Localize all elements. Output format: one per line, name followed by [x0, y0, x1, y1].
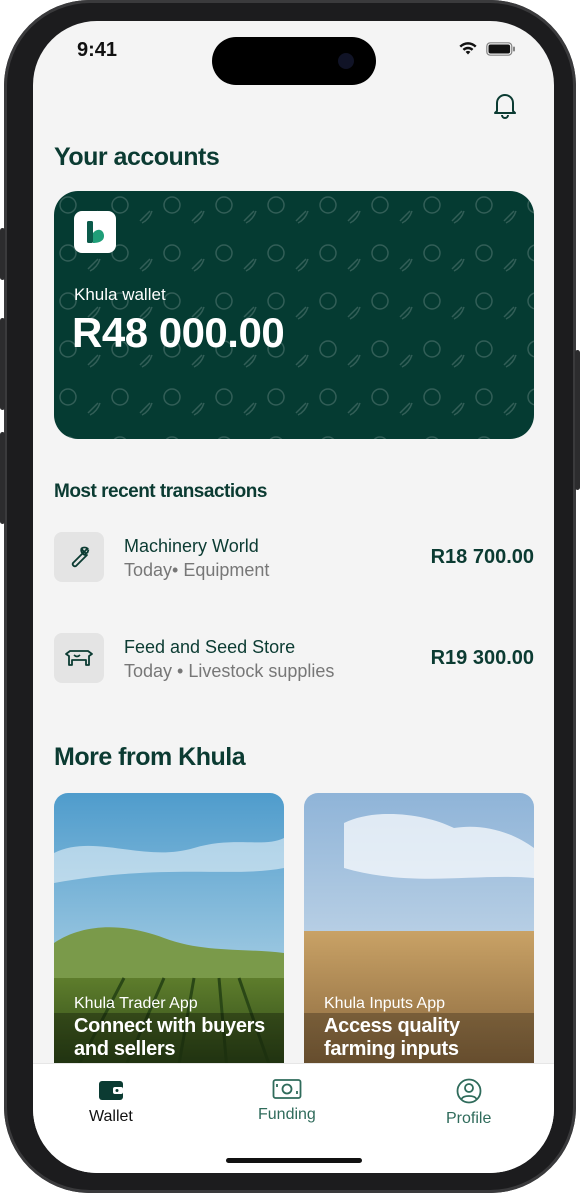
- page-title: Your accounts: [54, 143, 220, 171]
- user-circle-icon: [456, 1078, 482, 1104]
- home-indicator[interactable]: [226, 1158, 362, 1163]
- battery-icon: [486, 41, 515, 56]
- tx-icon-box: [54, 532, 104, 582]
- tx-name: Machinery World: [124, 536, 259, 556]
- promo-label: Khula Inputs App: [324, 995, 445, 1012]
- khula-k-icon: [87, 221, 104, 243]
- tx-amount: R18 700.00: [430, 546, 534, 568]
- app-screen: 9:41 Your accounts Khula wallet R48 000.…: [33, 21, 554, 1173]
- tx-name: Feed and Seed Store: [124, 637, 296, 657]
- power-button: [575, 350, 580, 490]
- volume-up-button: [0, 318, 5, 410]
- nav-item-funding[interactable]: Funding: [258, 1078, 316, 1124]
- more-title: More from Khula: [54, 743, 246, 771]
- bottom-nav: Wallet Funding Profile: [33, 1063, 554, 1173]
- nav-item-wallet[interactable]: Wallet: [89, 1078, 133, 1126]
- wallet-balance: R48 000.00: [72, 309, 285, 356]
- promo-card-trader[interactable]: Khula Trader App Connect with buyers and…: [54, 793, 284, 1093]
- promo-card-inputs[interactable]: Khula Inputs App Access quality farming …: [304, 793, 534, 1093]
- wallet-label: Khula wallet: [74, 285, 166, 304]
- cow-icon: [65, 650, 93, 666]
- tx-meta: Today• Equipment: [124, 560, 270, 580]
- camera-icon: [338, 53, 354, 69]
- tx-meta: Today • Livestock supplies: [124, 661, 335, 681]
- status-icons: [458, 41, 516, 56]
- promo-title: Access quality farming inputs: [324, 1015, 460, 1060]
- dynamic-island: [212, 37, 376, 85]
- wifi-icon: [459, 42, 477, 55]
- wallet-icon: [98, 1081, 123, 1100]
- transaction-row[interactable]: Machinery World Today• Equipment R18 700…: [54, 532, 534, 584]
- wrench-icon: [71, 546, 90, 568]
- volume-down-button: [0, 432, 5, 524]
- promo-label: Khula Trader App: [74, 995, 198, 1012]
- status-time: 9:41: [77, 39, 118, 61]
- tx-amount: R19 300.00: [430, 647, 534, 669]
- tx-icon-box: [54, 633, 104, 683]
- transactions-title: Most recent transactions: [54, 481, 267, 502]
- cash-icon: [272, 1079, 302, 1099]
- khula-logo: [74, 211, 116, 253]
- nav-label: Funding: [258, 1106, 316, 1123]
- nav-label: Profile: [446, 1110, 492, 1127]
- wallet-card[interactable]: Khula wallet R48 000.00: [54, 191, 534, 439]
- notification-bell-icon[interactable]: [492, 91, 518, 119]
- nav-item-profile[interactable]: Profile: [446, 1078, 491, 1128]
- phone-frame: 9:41 Your accounts Khula wallet R48 000.…: [0, 0, 580, 1193]
- nav-label: Wallet: [89, 1108, 133, 1125]
- transaction-row[interactable]: Feed and Seed Store Today • Livestock su…: [54, 633, 534, 685]
- promo-title: Connect with buyers and sellers: [74, 1015, 265, 1060]
- action-button: [0, 228, 5, 280]
